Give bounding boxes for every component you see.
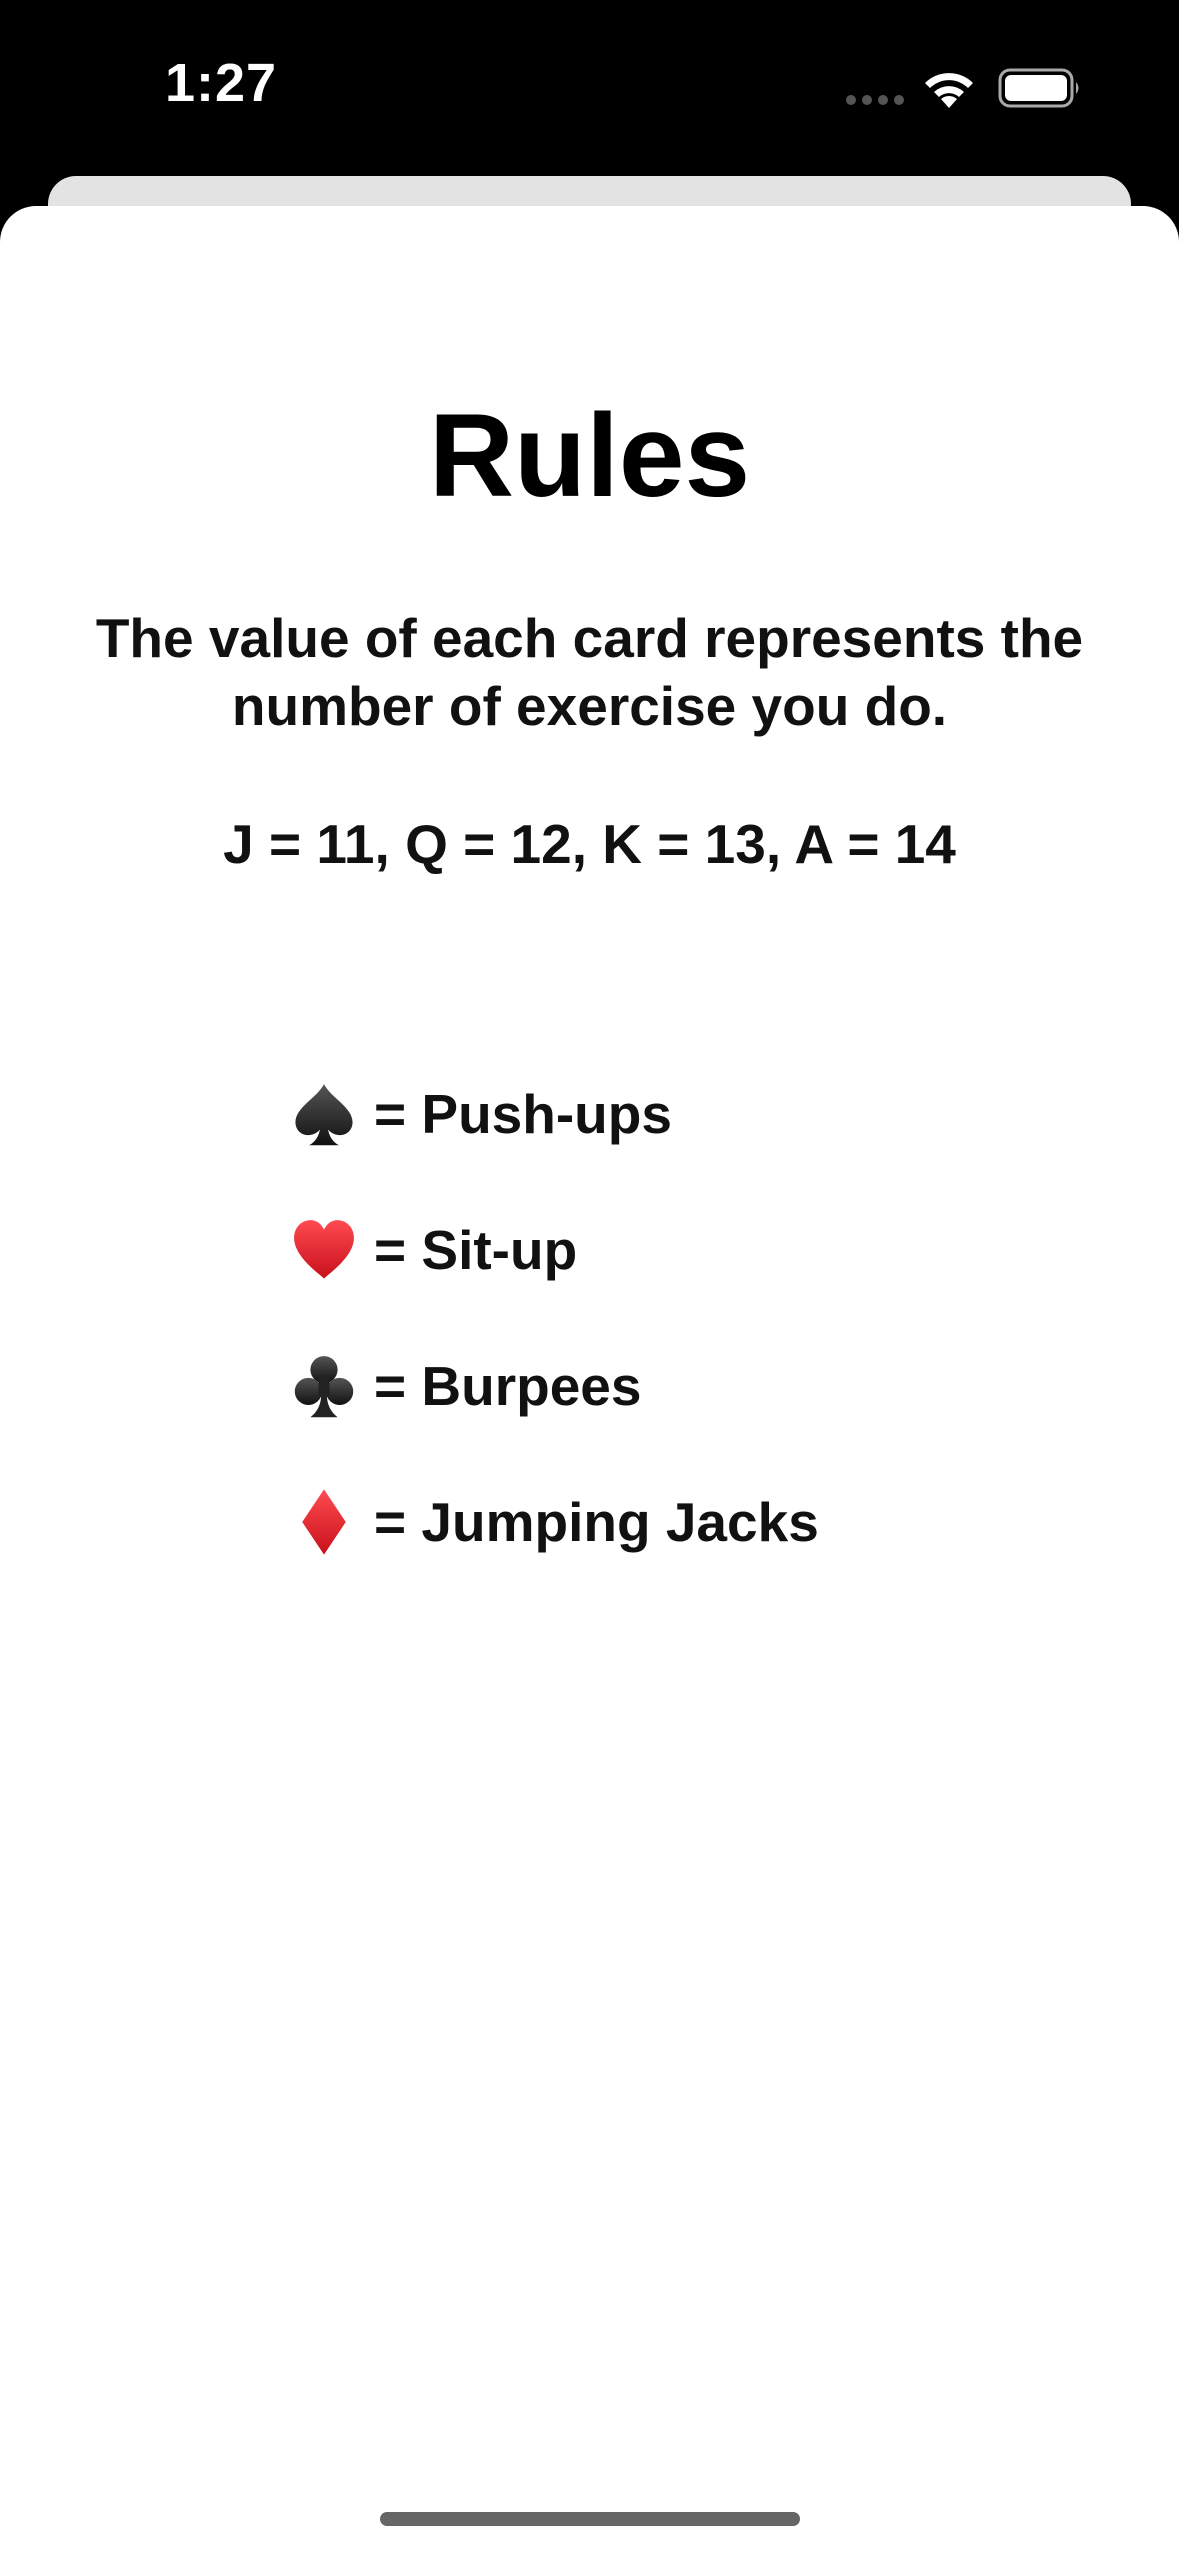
battery-icon [998,68,1079,108]
rules-description: The value of each card represents the nu… [95,607,1084,737]
heart-icon [294,1220,354,1279]
suit-row-hearts: = Sit-up [290,1182,1090,1318]
status-bar: 1:27 [0,0,1179,170]
rules-sheet: Rules The value of each card represents … [0,206,1179,2556]
club-icon [294,1356,354,1418]
wifi-icon [925,73,973,108]
suit-label-clubs: = Burpees [374,1355,642,1417]
diamond-icon [302,1489,346,1555]
suit-row-clubs: = Burpees [290,1318,1090,1454]
spade-icon [295,1084,353,1146]
screen: 1:27 Rules The value of each card repres… [0,0,1179,2556]
suit-row-spades: = Push-ups [290,1046,1090,1182]
home-indicator[interactable] [380,2512,800,2526]
page-title: Rules [428,390,751,522]
suit-label-hearts: = Sit-up [374,1219,578,1281]
status-time: 1:27 [165,53,278,113]
suit-label-diamonds: = Jumping Jacks [374,1491,819,1553]
suit-label-spades: = Push-ups [374,1083,672,1145]
card-values-text: J = 11, Q = 12, K = 13, A = 14 [223,813,956,875]
suits-list: = Push-ups = Sit-up = Burpees = Jumping … [290,1046,1090,1590]
suit-row-diamonds: = Jumping Jacks [290,1454,1090,1590]
cellular-signal-icon [846,95,904,105]
